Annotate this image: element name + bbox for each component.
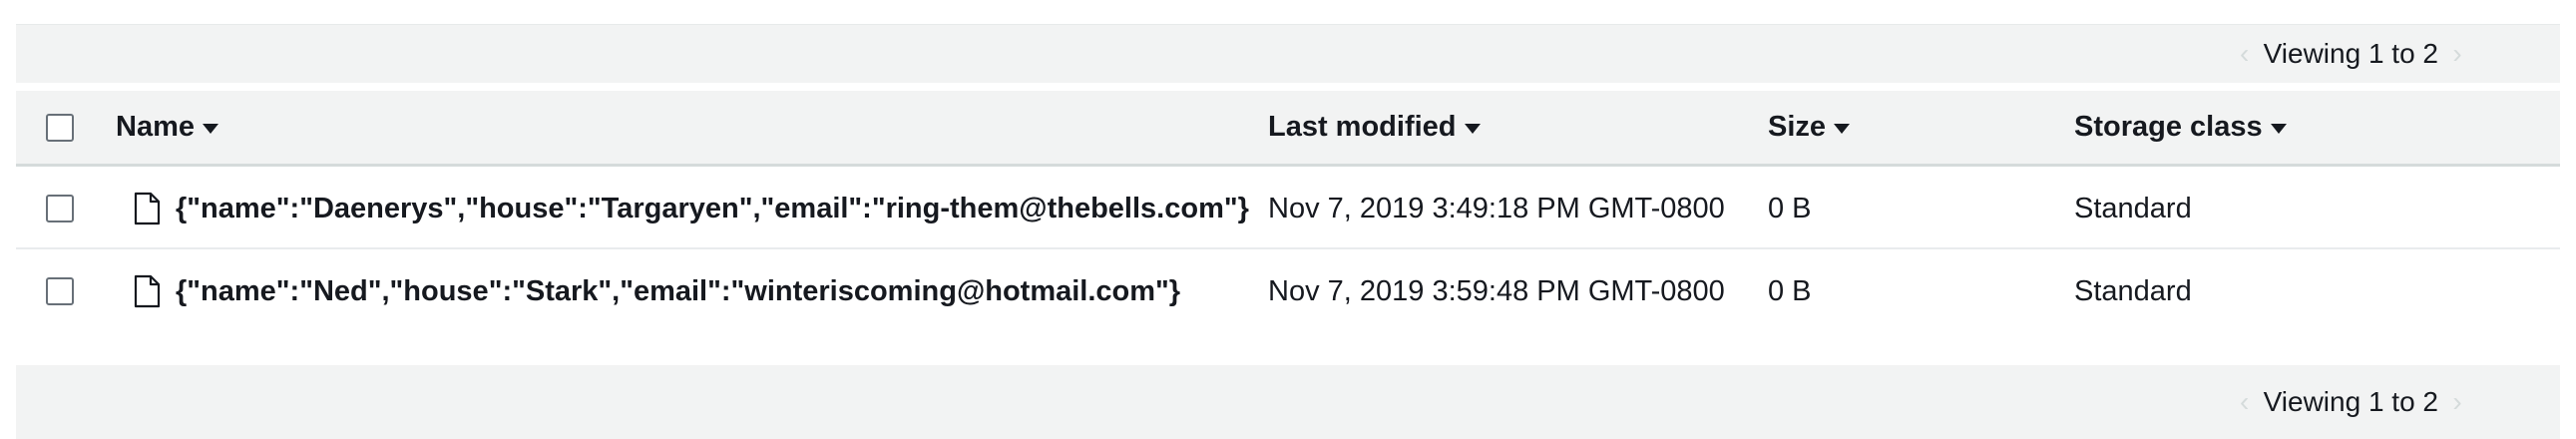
row-select-cell — [46, 251, 74, 331]
row-size: 0 B — [1768, 274, 1812, 307]
select-all-cell — [46, 91, 74, 164]
chevron-right-icon[interactable]: › — [2444, 40, 2470, 68]
pagination-bar-bottom: ‹ Viewing 1 to 2 › — [16, 365, 2560, 439]
sort-by-last-modified-button[interactable]: Last modified — [1268, 111, 1481, 144]
file-icon — [134, 274, 161, 308]
chevron-left-icon[interactable]: ‹ — [2232, 388, 2258, 416]
select-all-checkbox[interactable] — [46, 113, 74, 142]
row-name-cell: {"name":"Ned","house":"Stark","email":"w… — [116, 251, 1180, 331]
row-size: 0 B — [1768, 192, 1812, 224]
pagination-bottom: ‹ Viewing 1 to 2 › — [2232, 386, 2470, 418]
caret-down-icon — [1834, 124, 1851, 134]
row-checkbox[interactable] — [46, 277, 74, 305]
row-select-cell — [46, 170, 74, 247]
header-name-label: Name — [116, 111, 195, 143]
pagination-bar-top: ‹ Viewing 1 to 2 › — [16, 25, 2560, 83]
sort-by-name-button[interactable]: Name — [116, 111, 218, 144]
row-storage-class: Standard — [2074, 274, 2192, 307]
caret-down-icon — [1464, 124, 1481, 134]
table-row[interactable]: {"name":"Ned","house":"Stark","email":"w… — [16, 251, 2560, 331]
table-header: Name Last modified Size Storage class — [16, 91, 2560, 167]
row-storage-class: Standard — [2074, 192, 2192, 224]
pagination-range-text: Viewing 1 to 2 — [2263, 38, 2438, 69]
header-storage-class: Storage class — [2074, 91, 2287, 164]
object-name-link[interactable]: {"name":"Daenerys","house":"Targaryen","… — [176, 193, 1249, 225]
table-row[interactable]: {"name":"Daenerys","house":"Targaryen","… — [16, 170, 2560, 249]
sort-by-storage-class-button[interactable]: Storage class — [2074, 111, 2287, 144]
sort-by-size-button[interactable]: Size — [1768, 111, 1851, 144]
header-last-modified: Last modified — [1268, 91, 1481, 164]
header-name: Name — [116, 91, 218, 164]
pagination-top: ‹ Viewing 1 to 2 › — [2232, 38, 2470, 70]
object-name-link[interactable]: {"name":"Ned","house":"Stark","email":"w… — [176, 275, 1180, 308]
row-last-modified: Nov 7, 2019 3:49:18 PM GMT-0800 — [1268, 192, 1725, 224]
header-storage-class-label: Storage class — [2074, 111, 2263, 143]
caret-down-icon — [203, 124, 218, 134]
header-size: Size — [1768, 91, 1851, 164]
chevron-right-icon[interactable]: › — [2444, 388, 2470, 416]
header-size-label: Size — [1768, 111, 1827, 143]
row-last-modified: Nov 7, 2019 3:59:48 PM GMT-0800 — [1268, 274, 1725, 307]
file-icon — [134, 192, 161, 225]
caret-down-icon — [2270, 124, 2287, 134]
pagination-range-text: Viewing 1 to 2 — [2263, 386, 2438, 417]
header-last-modified-label: Last modified — [1268, 111, 1457, 143]
object-list-panel: ‹ Viewing 1 to 2 › Name Last modified Si… — [0, 0, 2576, 439]
row-checkbox[interactable] — [46, 195, 74, 222]
row-name-cell: {"name":"Daenerys","house":"Targaryen","… — [116, 170, 1249, 247]
chevron-left-icon[interactable]: ‹ — [2232, 40, 2258, 68]
